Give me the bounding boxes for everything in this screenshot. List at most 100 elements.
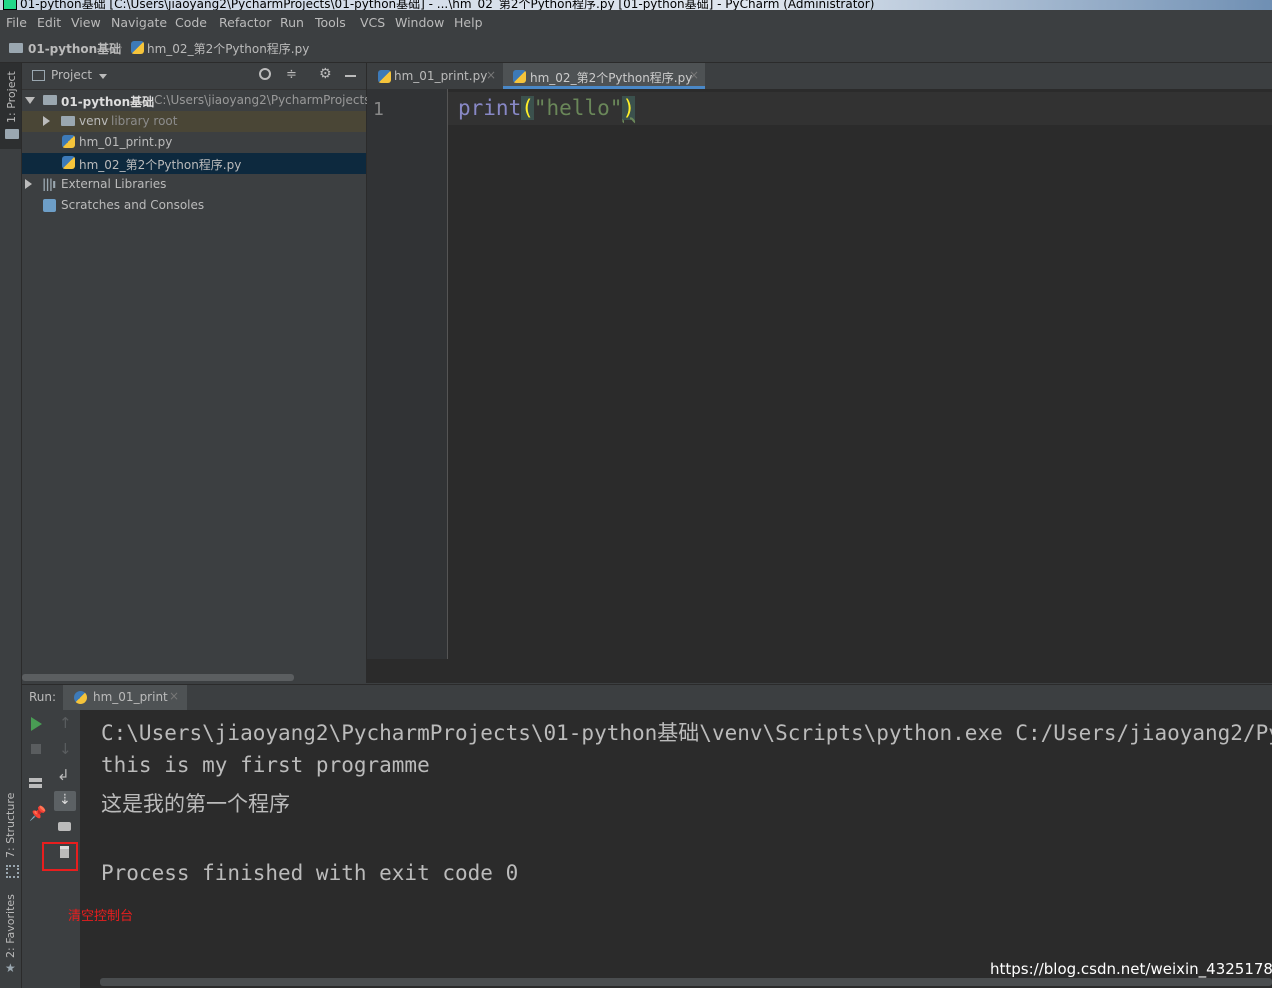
project-view-selector[interactable]: Project (51, 68, 92, 82)
breadcrumb-separator-icon: › (118, 40, 123, 54)
menu-bar: File Edit View Navigate Code Refactor Ru… (0, 10, 1272, 36)
folder-icon (9, 43, 23, 53)
tree-item-note: library root (111, 114, 178, 128)
breadcrumb-file[interactable]: hm_02_第2个Python程序.py (147, 40, 309, 57)
stop-icon[interactable] (31, 744, 41, 754)
editor-bottom-area (367, 659, 1272, 683)
breadcrumb: 01-python基础 › hm_02_第2个Python程序.py (0, 36, 1272, 63)
menu-help[interactable]: Help (454, 15, 483, 30)
tree-item-label: Scratches and Consoles (61, 198, 205, 212)
scratches-icon (43, 199, 56, 212)
menu-file[interactable]: File (6, 15, 27, 30)
code-paren-open: ( (521, 96, 534, 120)
python-file-icon (513, 70, 526, 83)
editor-tab-label: hm_01_print.py (394, 69, 488, 83)
editor-tab-hm01[interactable]: hm_01_print.py × (367, 63, 502, 89)
collapse-all-icon[interactable]: ≑ (286, 67, 297, 82)
window-title: 01-python基础 [C:\Users\jiaoyang2\PycharmP… (20, 0, 875, 10)
code-string: "hello" (533, 96, 623, 120)
watermark: https://blog.csdn.net/weixin_43251783 (990, 960, 1272, 978)
console-line: 这是我的第一个程序 (101, 792, 290, 816)
annotation-highlight-box (42, 842, 78, 871)
pycharm-app-icon (3, 0, 17, 10)
python-file-icon (131, 41, 144, 54)
left-tool-strip: 1: Project 7: Structure 2: Favorites ★ (0, 63, 22, 988)
tree-item-file-selected[interactable]: hm_02_第2个Python程序.py (22, 153, 366, 174)
menu-code[interactable]: Code (175, 15, 207, 30)
editor-tab-label: hm_02_第2个Python程序.py (530, 71, 693, 85)
menu-tools[interactable]: Tools (315, 15, 346, 30)
run-console[interactable]: C:\Users\jiaoyang2\PycharmProjects\01-py… (81, 710, 1272, 988)
run-tab[interactable]: hm_01_print × (63, 685, 187, 711)
python-file-icon (378, 70, 391, 83)
star-icon: ★ (5, 961, 16, 975)
folder-icon (43, 95, 57, 105)
tree-item-label: 01-python基础 (61, 95, 155, 109)
gear-icon[interactable]: ⚙ (319, 66, 332, 82)
horizontal-scrollbar[interactable] (22, 674, 294, 681)
menu-navigate[interactable]: Navigate (111, 15, 167, 30)
close-icon[interactable]: × (169, 689, 179, 703)
library-icon: |||ı (42, 177, 56, 191)
tree-item-project-root[interactable]: 01-python基础 C:\Users\jiaoyang2\PycharmPr… (22, 90, 375, 111)
tree-item-scratches[interactable]: Scratches and Consoles (22, 195, 366, 216)
run-tab-label: hm_01_print (93, 690, 168, 704)
close-icon[interactable]: × (689, 68, 699, 82)
code-function: print (458, 96, 522, 120)
chevron-down-icon[interactable] (99, 74, 107, 79)
python-file-icon (62, 135, 75, 148)
console-horizontal-scrollbar[interactable] (100, 978, 1272, 986)
scroll-to-end-icon[interactable]: ⇣ (54, 791, 76, 811)
tree-item-external-libraries[interactable]: |||ı External Libraries (22, 174, 366, 195)
arrow-down-icon[interactable]: ↓ (59, 740, 72, 758)
soft-wrap-icon[interactable]: ↲ (57, 766, 70, 784)
editor-tab-hm02-active[interactable]: hm_02_第2个Python程序.py × (503, 63, 705, 89)
rerun-icon[interactable] (31, 717, 42, 731)
annotation-text: 清空控制台 (68, 909, 134, 924)
menu-view[interactable]: View (71, 15, 101, 30)
tree-item-file[interactable]: hm_01_print.py (22, 132, 366, 153)
breadcrumb-project[interactable]: 01-python基础 (28, 40, 121, 57)
window-title-bar: 01-python基础 [C:\Users\jiaoyang2\PycharmP… (0, 0, 1272, 10)
line-number: 1 (373, 99, 384, 120)
code-editor[interactable] (448, 89, 1272, 659)
hide-panel-icon[interactable] (345, 75, 356, 77)
code-line[interactable]: print("hello") (458, 96, 636, 120)
tree-item-label: hm_02_第2个Python程序.py (79, 158, 242, 172)
tree-item-label: venv (79, 114, 109, 128)
pin-icon[interactable]: 📌 (29, 806, 46, 822)
run-panel-header: Run: hm_01_print × (22, 684, 1272, 712)
console-line: C:\Users\jiaoyang2\PycharmProjects\01-py… (101, 721, 1272, 745)
locate-file-icon[interactable] (259, 68, 271, 80)
console-line: Process finished with exit code 0 (101, 861, 519, 885)
project-tab-label[interactable]: 1: Project (5, 71, 18, 123)
menu-vcs[interactable]: VCS (360, 15, 385, 30)
tree-item-venv[interactable]: venv library root (22, 111, 366, 132)
menu-edit[interactable]: Edit (37, 15, 61, 30)
console-line: this is my first programme (101, 753, 430, 777)
print-icon[interactable] (58, 822, 71, 831)
menu-refactor[interactable]: Refactor (219, 15, 271, 30)
menu-window[interactable]: Window (395, 15, 444, 30)
expanded-arrow-icon[interactable] (25, 97, 35, 104)
python-icon (74, 691, 87, 704)
python-file-icon (62, 156, 75, 169)
restore-layout-icon[interactable] (29, 778, 42, 788)
editor-gutter: 1 (367, 89, 448, 659)
project-view-icon (32, 70, 45, 81)
structure-tab-label[interactable]: 7: Structure (4, 793, 17, 858)
structure-icon (6, 865, 19, 878)
close-icon[interactable]: × (486, 68, 496, 82)
tree-item-label: External Libraries (61, 177, 167, 191)
project-tab-icon (5, 129, 19, 139)
code-paren-close: ) (622, 96, 636, 120)
collapsed-arrow-icon[interactable] (25, 179, 32, 189)
editor-tab-bar: hm_01_print.py × hm_02_第2个Python程序.py × (367, 63, 1272, 90)
arrow-up-icon[interactable]: ↑ (59, 714, 72, 732)
tree-item-path: C:\Users\jiaoyang2\PycharmProjects\ (154, 93, 375, 107)
collapsed-arrow-icon[interactable] (43, 116, 50, 126)
favorites-tab-label[interactable]: 2: Favorites (4, 894, 17, 958)
menu-run[interactable]: Run (280, 15, 304, 30)
folder-icon (61, 116, 75, 126)
project-panel: Project ≑ ⚙ 01-python基础 C:\Users\jiaoyan… (22, 63, 375, 683)
